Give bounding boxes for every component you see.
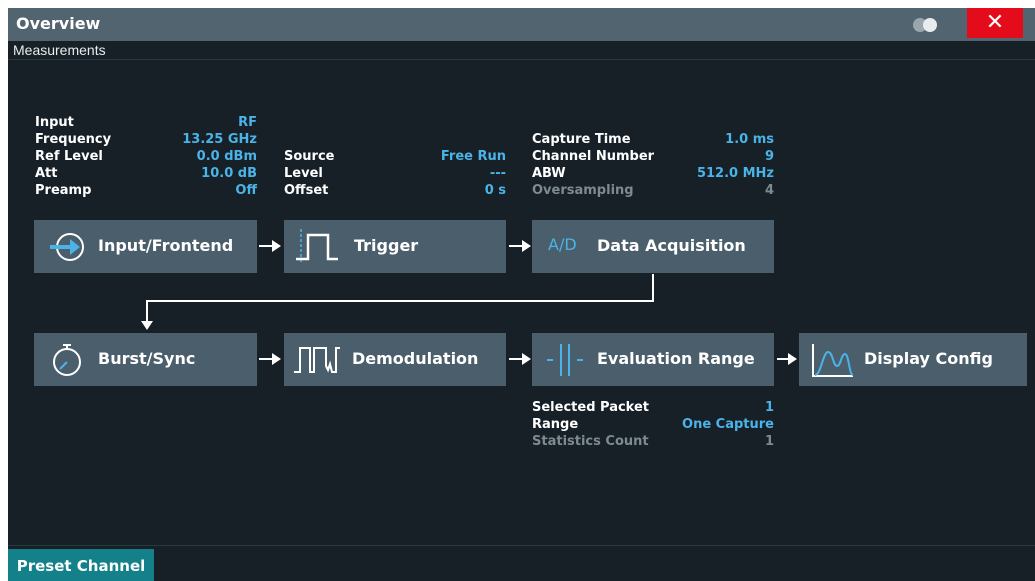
info-value: 10.0 dB bbox=[201, 166, 257, 181]
close-button[interactable]: ✕ bbox=[967, 8, 1023, 38]
data-acquisition-button[interactable]: A/D Data Acquisition bbox=[532, 220, 774, 273]
info-row-oversampling: Oversampling 4 bbox=[532, 183, 774, 199]
info-row-channel-number: Channel Number 9 bbox=[532, 149, 774, 165]
info-value: 1.0 ms bbox=[725, 132, 774, 147]
block-label: Display Config bbox=[864, 349, 993, 368]
info-key: Input bbox=[35, 115, 74, 130]
dialog-title: Overview bbox=[16, 14, 101, 33]
preset-channel-button[interactable]: Preset Channel bbox=[8, 549, 154, 581]
info-row-selected-packet: Selected Packet 1 bbox=[532, 400, 774, 416]
info-value: --- bbox=[489, 166, 506, 181]
info-row-abw: ABW 512.0 MHz bbox=[532, 166, 774, 182]
info-key: Selected Packet bbox=[532, 400, 650, 415]
info-value: 0.0 dBm bbox=[196, 149, 257, 164]
info-value: 9 bbox=[764, 149, 774, 164]
info-row-statistics-count: Statistics Count 1 bbox=[532, 434, 774, 450]
block-label: Burst/Sync bbox=[98, 349, 196, 368]
block-label: Demodulation bbox=[352, 349, 479, 368]
info-row-frequency: Frequency 13.25 GHz bbox=[35, 132, 257, 148]
info-key: Offset bbox=[284, 183, 329, 198]
info-key: Ref Level bbox=[35, 149, 103, 164]
trigger-pulse-icon bbox=[294, 227, 340, 269]
section-label: Measurements bbox=[13, 42, 106, 58]
info-row-input: Input RF bbox=[35, 115, 257, 131]
info-value: 1 bbox=[764, 434, 774, 449]
block-label: Evaluation Range bbox=[597, 349, 755, 368]
divider bbox=[8, 59, 1035, 60]
title-bar: Overview ✕ bbox=[8, 8, 1035, 41]
flow-arrow bbox=[259, 240, 281, 252]
info-key: Capture Time bbox=[532, 132, 631, 147]
stopwatch-icon bbox=[49, 342, 85, 382]
info-value: One Capture bbox=[682, 417, 774, 432]
info-key: Oversampling bbox=[532, 183, 634, 198]
range-marker-icon bbox=[544, 342, 588, 382]
flow-arrow bbox=[259, 353, 281, 365]
info-value: RF bbox=[238, 115, 257, 130]
info-key: Source bbox=[284, 149, 335, 164]
info-value: 512.0 MHz bbox=[696, 166, 774, 181]
info-key: Level bbox=[284, 166, 323, 181]
trigger-button[interactable]: Trigger bbox=[284, 220, 506, 273]
info-value: 13.25 GHz bbox=[182, 132, 257, 147]
block-label: Trigger bbox=[354, 236, 419, 255]
info-key: Preamp bbox=[35, 183, 92, 198]
info-key: Statistics Count bbox=[532, 434, 649, 449]
block-label: Data Acquisition bbox=[597, 236, 746, 255]
info-key: Range bbox=[532, 417, 579, 432]
overview-dialog: Overview ✕ Measurements Input RF Frequen… bbox=[8, 8, 1035, 581]
info-row-range: Range One Capture bbox=[532, 417, 774, 433]
info-row-preamp: Preamp Off bbox=[35, 183, 257, 199]
toggle-switch-icon[interactable] bbox=[913, 18, 941, 32]
display-config-button[interactable]: Display Config bbox=[799, 333, 1027, 386]
info-key: Channel Number bbox=[532, 149, 655, 164]
spectrum-trace-icon bbox=[811, 342, 855, 382]
info-row-level: Level --- bbox=[284, 166, 506, 182]
info-row-att: Att 10.0 dB bbox=[35, 166, 257, 182]
input-arrow-icon bbox=[48, 232, 86, 266]
info-key: Att bbox=[35, 166, 58, 181]
info-value: 1 bbox=[764, 400, 774, 415]
burst-sync-button[interactable]: Burst/Sync bbox=[34, 333, 257, 386]
input-frontend-button[interactable]: Input/Frontend bbox=[34, 220, 257, 273]
demodulation-button[interactable]: Demodulation bbox=[284, 333, 506, 386]
flow-arrow bbox=[509, 240, 531, 252]
flow-arrow bbox=[777, 353, 797, 365]
info-row-source: Source Free Run bbox=[284, 149, 506, 165]
pulse-train-icon bbox=[292, 342, 342, 382]
flow-arrow bbox=[509, 353, 531, 365]
info-value: 0 s bbox=[484, 183, 506, 198]
info-value: Free Run bbox=[440, 149, 506, 164]
info-row-ref-level: Ref Level 0.0 dBm bbox=[35, 149, 257, 165]
evaluation-range-button[interactable]: Evaluation Range bbox=[532, 333, 774, 386]
block-label: Input/Frontend bbox=[98, 236, 234, 255]
info-key: Frequency bbox=[35, 132, 112, 147]
info-value: Off bbox=[235, 183, 257, 198]
ad-converter-icon: A/D bbox=[548, 235, 577, 254]
info-row-capture-time: Capture Time 1.0 ms bbox=[532, 132, 774, 148]
info-value: 4 bbox=[764, 183, 774, 198]
info-row-offset: Offset 0 s bbox=[284, 183, 506, 199]
bottom-bar bbox=[8, 545, 1035, 581]
info-key: ABW bbox=[532, 166, 566, 181]
